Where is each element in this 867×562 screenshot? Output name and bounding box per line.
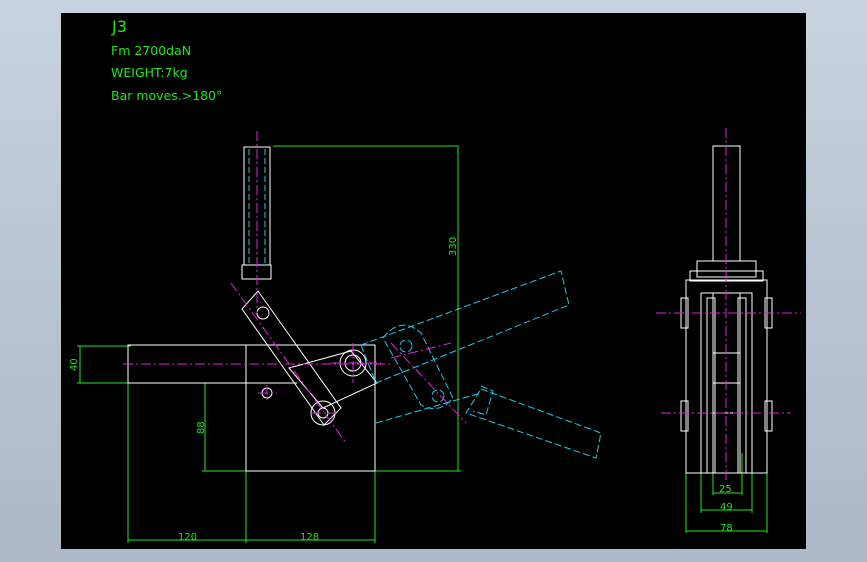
dim-49: 49 [720, 502, 733, 513]
note-force: Fm 2700daN [111, 43, 191, 58]
dim-128: 128 [300, 532, 319, 543]
open-position-phantom [360, 270, 602, 459]
note-bar-moves: Bar moves.>180° [111, 88, 222, 103]
drawing-canvas: J3 Fm 2700daN WEIGHT:7kg Bar moves.>180° [61, 13, 806, 549]
note-weight: WEIGHT:7kg [111, 65, 188, 80]
dim-120: 120 [178, 532, 197, 543]
side-view-center-lines [656, 128, 801, 483]
center-lines [123, 131, 467, 444]
dim-78: 78 [720, 523, 733, 534]
cad-drawing-svg: J3 Fm 2700daN WEIGHT:7kg Bar moves.>180° [69, 17, 801, 543]
dim-88: 88 [196, 421, 207, 434]
lever-arm [241, 290, 378, 426]
dim-40: 40 [69, 358, 80, 371]
viewport-background: J3 Fm 2700daN WEIGHT:7kg Bar moves.>180° [0, 0, 867, 562]
clamp-body-front [127, 146, 376, 472]
dim-330: 330 [448, 237, 459, 256]
dim-25: 25 [719, 484, 732, 495]
drawing-title: J3 [111, 17, 127, 36]
